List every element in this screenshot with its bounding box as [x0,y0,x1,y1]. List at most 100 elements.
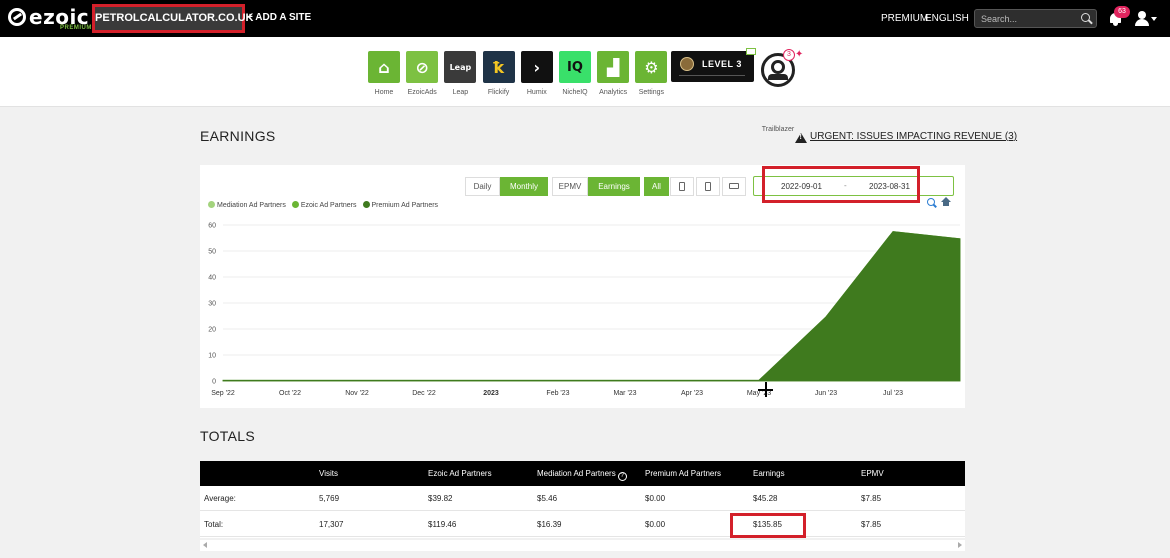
add-site-link[interactable]: + ADD A SITE [247,12,311,23]
settings-icon: ⚙ [635,51,668,83]
y-tick-label: 40 [208,275,216,282]
metric-earnings-button[interactable]: Earnings [588,177,640,196]
x-tick-label: Jul '23 [883,390,903,397]
legend-dot-icon [362,201,370,208]
device-tablet-button[interactable] [696,177,720,196]
reset-home-icon[interactable] [941,197,951,207]
ezoic-logo-icon [8,8,26,26]
ezoicads-icon: ⊘ [406,51,439,83]
premium-link[interactable]: PREMIUM [881,13,928,24]
date-start[interactable]: 2022-09-01 [781,182,822,191]
y-tick-label: 60 [208,223,216,230]
period-monthly-button[interactable]: Monthly [500,177,548,196]
table-cell: 17,307 [319,520,344,529]
x-tick-label: Apr '23 [681,390,703,397]
legend-label: Mediation Ad Partners [217,202,286,209]
chart-legend: Mediation Ad Partners Ezoic Ad Partners Pr… [208,201,444,209]
y-tick-label: 20 [208,327,216,334]
table-cell: $16.39 [537,520,562,529]
desktop-icon [729,183,739,189]
legend-dot-icon [291,201,299,208]
analytics-icon: ▟ [597,51,630,83]
table-cell: $0.00 [645,494,666,503]
column-header: EPMV [861,469,884,478]
table-horizontal-scrollbar[interactable] [200,540,965,551]
x-tick-label: May '23 [747,390,771,397]
humix-icon: › [520,51,553,83]
app-label: Settings [638,89,665,96]
urgent-issues-link[interactable]: URGENT: ISSUES IMPACTING REVENUE (3) [810,131,1017,142]
search-icon[interactable] [1081,13,1090,22]
table-cell: $135.85 [753,520,782,529]
scroll-right-icon[interactable] [958,542,962,548]
x-tick-label: Nov '22 [345,390,369,397]
legend-item[interactable]: Ezoic Ad Partners [291,201,357,209]
column-header-label: Mediation Ad Partners [537,469,616,478]
table-cell: $7.85 [861,494,882,503]
site-name: PETROLCALCULATOR.CO.UK [95,12,254,24]
column-header: Visits [319,469,338,478]
y-tick-label: 30 [208,301,216,308]
ezoic-logo[interactable]: ezoic PREMIUM [8,5,91,32]
series-area-premium-ad-partners[interactable] [222,231,961,382]
period-daily-button[interactable]: Daily [465,177,500,196]
notification-badge: 63 [1114,6,1130,18]
warning-icon [795,133,807,143]
legend-item[interactable]: Mediation Ad Partners [208,201,286,209]
legend-dot-icon [208,201,215,208]
x-tick-label: Mar '23 [613,390,636,397]
app-settings[interactable]: ⚙ Settings [634,51,668,99]
table-cell: 5,769 [319,494,340,503]
user-icon [1138,11,1146,19]
x-tick-label: Jun '23 [815,390,837,397]
column-header-label: EPMV [861,469,884,478]
device-mobile-button[interactable] [670,177,694,196]
mail-icon[interactable] [746,48,756,55]
app-launcher-bar: ⌂ Home ⊘ EzoicAds Leap Leap ꝁ Flickify › Humix IQ N… [0,37,1170,133]
earnings-area-chart: 0 10 20 30 40 50 60 Sep '22 Oct '22 Nov '22 Dec '2… [208,223,961,397]
column-header: Premium Ad Partners [645,469,721,478]
tablet-icon [705,182,711,191]
column-header: Ezoic Ad Partners [428,469,492,478]
column-header-label: Earnings [753,469,785,478]
legend-item[interactable]: Premium Ad Partners [362,201,439,209]
language-dropdown[interactable]: ENGLISH [925,13,981,24]
device-desktop-button[interactable] [722,177,746,196]
earnings-heading: EARNINGS [200,128,276,144]
x-tick-label: Oct '22 [279,390,301,397]
y-tick-label: 10 [208,353,216,360]
table-header: Visits Ezoic Ad Partners Mediation Ad Part… [200,461,965,486]
date-end[interactable]: 2023-08-31 [869,182,910,191]
y-tick-label: 0 [212,379,216,386]
zoom-icon[interactable] [927,198,935,206]
table-cell: $39.82 [428,494,453,503]
site-selector[interactable]: PETROLCALCULATOR.CO.UK [92,4,254,33]
chevron-down-icon[interactable] [1151,17,1157,21]
column-header: Earnings [753,469,785,478]
level-text: LEVEL 3 [702,59,742,69]
table-cell: $5.46 [537,494,558,503]
trailblazer-count-badge: 3 [783,49,795,61]
table-cell: $119.46 [428,520,457,529]
device-all-button[interactable]: All [644,177,669,196]
totals-table: Visits Ezoic Ad Partners Mediation Ad Part… [200,461,965,538]
level-badge[interactable]: LEVEL 3 [671,48,756,82]
sparkle-icon: ✦ [795,49,804,60]
legend-label: Premium Ad Partners [371,202,439,209]
table-row: Average: 5,769 $39.82 $5.46 $0.00 $45.28 $7.85 [200,486,965,511]
scroll-left-icon[interactable] [203,542,207,548]
help-icon[interactable]: ? [617,472,627,481]
trailblazer-label: Trailblazer [761,126,795,133]
logo-subtext: PREMIUM [60,25,92,31]
metric-epmv-button[interactable]: EPMV [552,177,588,196]
table-cell: $45.28 [753,494,778,503]
x-tick-label: Sep '22 [211,390,235,397]
language-label: ENGLISH [925,13,969,24]
table-cell: $7.85 [861,520,882,529]
profile-portrait-icon [680,57,694,71]
search-input[interactable] [981,12,1073,26]
x-tick-label: 2023 [483,390,499,397]
column-header-label: Visits [319,469,338,478]
legend-label: Ezoic Ad Partners [300,202,357,209]
date-range-picker[interactable]: 2022-09-01 - 2023-08-31 [753,176,954,196]
